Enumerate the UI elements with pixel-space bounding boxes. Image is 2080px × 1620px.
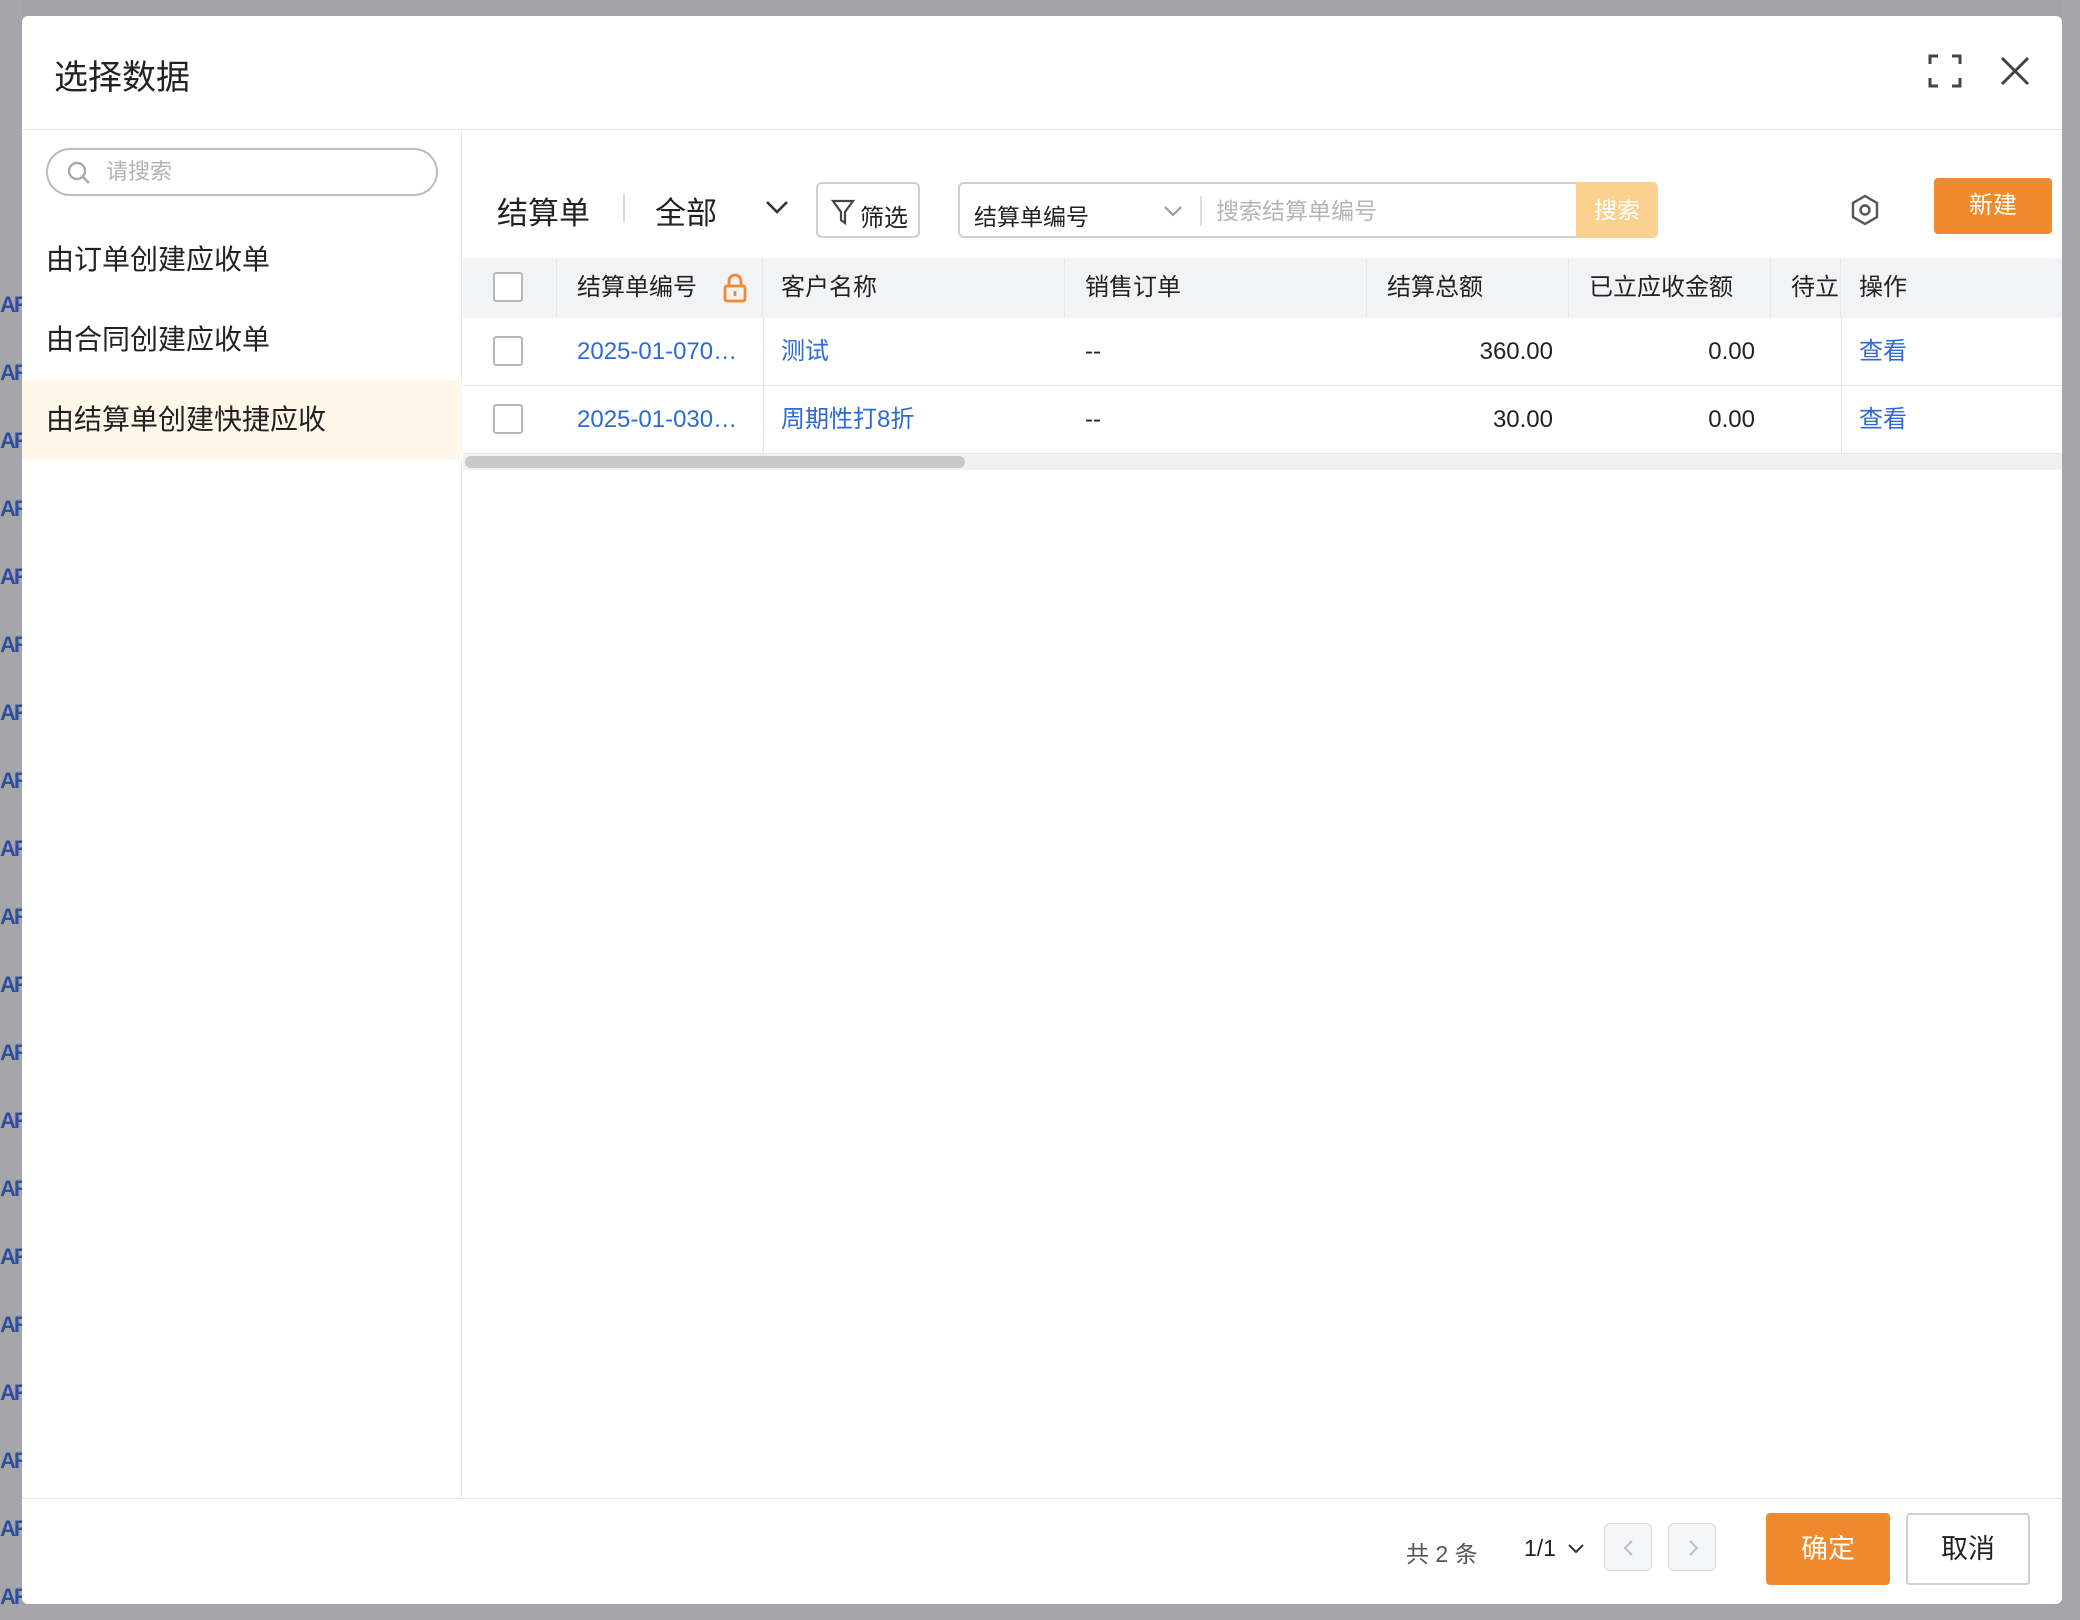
bg-row-label: AR: [0, 1040, 22, 1065]
search-group: 结算单编号 搜索: [958, 182, 1658, 238]
header-cell: 结算单编号: [557, 258, 763, 318]
row-total: 30.00: [1492, 406, 1553, 433]
bg-row-label: AR: [0, 1380, 22, 1405]
table-row: 2025-01-030… 周期性打8折 -- 30.00 0.00 查看: [463, 386, 2062, 454]
chevron-down-icon[interactable]: [1162, 202, 1184, 220]
fullscreen-icon[interactable]: [1924, 50, 1966, 92]
column-divider: [763, 318, 764, 386]
table-header: 结算单编号 客户名称 销售订单 结算总额 已立应收金额 待立 操作: [463, 258, 2062, 318]
bg-row-label: AR: [0, 1312, 22, 1337]
row-received: 0.00: [1708, 338, 1755, 365]
sidebar-search-input[interactable]: [106, 156, 426, 188]
bg-row-label: AR: [0, 1108, 22, 1133]
search-icon: [67, 161, 90, 184]
list-title: 结算单: [497, 196, 590, 231]
bg-row-label: AR: [0, 632, 22, 657]
sidebar-item-settlement[interactable]: 由结算单创建快捷应收: [22, 380, 462, 460]
settings-icon[interactable]: [1847, 192, 1883, 228]
row-total: 360.00: [1479, 338, 1553, 365]
background-page-bottom: [0, 1604, 2080, 1620]
main-panel: 结算单 全部 筛选 结算单编号 搜索结算单编号 搜索 新建 结算单编号 客户名称…: [463, 130, 2062, 1498]
header-received[interactable]: 已立应收金额: [1569, 258, 1771, 318]
sidebar-search: [46, 148, 438, 196]
row-code-link[interactable]: 2025-01-070…: [577, 318, 753, 386]
header-sales-order[interactable]: 销售订单: [1065, 258, 1367, 318]
row-checkbox[interactable]: [493, 404, 523, 434]
scope-dropdown[interactable]: 全部: [655, 188, 717, 233]
header-action: 操作: [1859, 274, 1907, 301]
bg-row-label: AR: [0, 1176, 22, 1201]
header-customer[interactable]: 客户名称: [763, 258, 1065, 318]
row-sales-order: --: [1085, 406, 1101, 433]
row-checkbox[interactable]: [493, 336, 523, 366]
column-divider: [1841, 386, 1842, 454]
row-view-link[interactable]: 查看: [1859, 386, 1979, 454]
bg-row-label: AR: [0, 768, 22, 793]
sidebar-item-order[interactable]: 由订单创建应收单: [22, 220, 462, 300]
row-sales-order: --: [1085, 338, 1101, 365]
search-divider: [1200, 196, 1202, 226]
row-customer-link[interactable]: 测试: [781, 318, 1051, 386]
horizontal-scrollbar[interactable]: [463, 454, 2062, 470]
chevron-down-icon[interactable]: [1566, 1541, 1586, 1557]
toolbar: 结算单 全部 筛选 结算单编号 搜索结算单编号 搜索 新建: [463, 130, 2062, 244]
lock-icon[interactable]: [721, 272, 749, 304]
column-divider: [1841, 318, 1842, 386]
table-row: 2025-01-070… 测试 -- 360.00 0.00 查看: [463, 318, 2062, 386]
next-page-button[interactable]: [1668, 1523, 1716, 1571]
header-code[interactable]: 结算单编号: [577, 274, 697, 301]
bg-row-label: AR: [0, 428, 22, 453]
column-divider: [763, 386, 764, 454]
page-select[interactable]: 1/1: [1524, 1535, 1556, 1562]
row-received: 0.00: [1708, 406, 1755, 433]
prev-page-button[interactable]: [1604, 1523, 1652, 1571]
header-total[interactable]: 结算总额: [1367, 258, 1569, 318]
bg-row-label: AR: [0, 1516, 22, 1541]
header-pending[interactable]: 待立: [1771, 258, 1841, 318]
modal-title: 选择数据: [54, 59, 190, 97]
row-view-link[interactable]: 查看: [1859, 318, 1979, 386]
bg-row-label: AR: [0, 972, 22, 997]
bg-row-label: AR: [0, 1448, 22, 1473]
search-input[interactable]: [1216, 194, 1556, 228]
total-count: 共 2 条: [1406, 1541, 1478, 1567]
modal-footer: 共 2 条 1/1 确定 取消: [22, 1498, 2062, 1604]
chevron-down-icon[interactable]: [763, 196, 791, 218]
sidebar-item-contract[interactable]: 由合同创建应收单: [22, 300, 462, 380]
toolbar-divider: [623, 194, 625, 222]
confirm-button[interactable]: 确定: [1766, 1513, 1890, 1585]
select-data-modal: 选择数据 由订单创建应收单 由合同创建应收单 由结算单创建快捷应收 结算单: [22, 16, 2062, 1604]
row-customer-link[interactable]: 周期性打8折: [781, 386, 1051, 454]
header-select-cell: [463, 258, 557, 318]
background-page-right: [2062, 0, 2080, 1620]
bg-row-label: AR: [0, 360, 22, 385]
search-button[interactable]: 搜索: [1576, 182, 1658, 238]
filter-button[interactable]: 筛选: [816, 182, 920, 238]
bg-row-label: AR: [0, 496, 22, 521]
bg-row-label: AR: [0, 700, 22, 725]
bg-row-label: AR: [0, 564, 22, 589]
bg-row-label: AR: [0, 904, 22, 929]
bg-row-label: AR: [0, 292, 22, 317]
scrollbar-thumb[interactable]: [465, 456, 965, 468]
close-icon[interactable]: [1994, 50, 2036, 92]
select-all-checkbox[interactable]: [493, 272, 523, 302]
new-button[interactable]: 新建: [1934, 178, 2052, 234]
search-field-select[interactable]: 结算单编号: [974, 198, 1089, 232]
chevron-left-icon: [1623, 1540, 1633, 1556]
cancel-button[interactable]: 取消: [1906, 1513, 2030, 1585]
background-page-left: AR AR AR AR AR AR AR AR AR AR AR AR AR A…: [0, 0, 22, 1620]
row-code-link[interactable]: 2025-01-030…: [577, 386, 753, 454]
bg-row-label: AR: [0, 836, 22, 861]
sidebar: 由订单创建应收单 由合同创建应收单 由结算单创建快捷应收: [22, 130, 462, 1498]
modal-header: 选择数据: [22, 16, 2062, 130]
funnel-icon: [830, 199, 856, 226]
filter-label: 筛选: [860, 205, 908, 232]
chevron-right-icon: [1689, 1540, 1699, 1556]
bg-row-label: AR: [0, 1244, 22, 1269]
